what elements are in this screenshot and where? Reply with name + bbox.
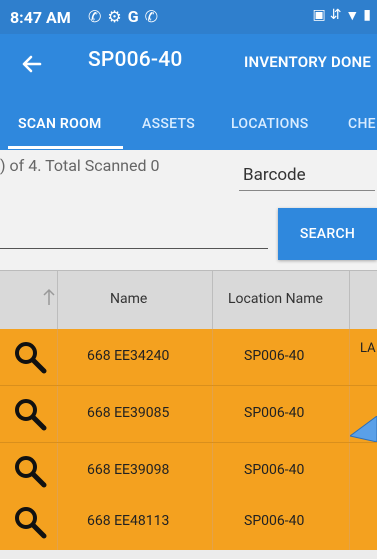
column-divider [212,494,213,550]
table-row[interactable]: 668 EE39098 SP006-40 [0,443,377,500]
column-divider [349,494,350,550]
search-button[interactable]: SEARCH [278,208,377,260]
search-input[interactable] [0,248,268,249]
sort-arrow-icon[interactable] [42,287,56,307]
column-divider [212,443,213,499]
page-title: SP006-40 [88,48,183,72]
back-arrow-icon[interactable] [14,46,50,82]
row-location: SP006-40 [244,462,305,478]
column-divider [349,329,350,385]
status-notification-icons: ✆ ⚙ G ✆ [88,7,158,26]
barcode-field-label[interactable]: Barcode [243,165,306,185]
google-icon: G [127,7,139,26]
table-row[interactable]: 668 EE48113 SP006-40 [0,494,377,551]
gear-icon: ⚙ [107,7,122,26]
column-divider [349,443,350,499]
column-header-location[interactable]: Location Name [228,291,323,307]
row-name: 668 EE39098 [87,462,170,478]
table-header: Name Location Name [0,270,377,330]
scan-summary: ) of 4. Total Scanned 0 [0,156,160,175]
phone-icon: ✆ [144,7,159,26]
row-name: 668 EE39085 [87,405,170,421]
row-location: SP006-40 [244,405,305,421]
table-row[interactable]: 668 EE34240 SP006-40 LA [0,329,377,386]
tab-checks[interactable]: CHE [348,116,376,132]
column-divider [57,494,58,550]
search-icon[interactable] [12,453,48,489]
app-bar: SP006-40 INVENTORY DONE [0,34,377,92]
column-divider [349,271,350,329]
search-icon[interactable] [12,504,48,540]
sim-icon: ▣ [312,7,326,23]
column-divider [57,329,58,385]
tab-locations[interactable]: LOCATIONS [231,116,309,132]
column-divider [57,386,58,442]
speech-bubble-pointer-icon [350,416,377,442]
row-location: SP006-40 [244,513,305,529]
column-divider [57,443,58,499]
active-tab-indicator [8,146,123,149]
column-header-name[interactable]: Name [110,291,147,307]
row-location: SP006-40 [244,348,305,364]
column-divider [212,271,213,329]
row-name: 668 EE48113 [87,513,170,529]
column-divider [212,329,213,385]
wifi-icon: ▼ [345,8,360,24]
barcode-field-underline [239,190,375,191]
search-icon[interactable] [12,396,48,432]
data-icon: ⇵ [329,7,342,23]
inventory-done-button[interactable]: INVENTORY DONE [244,53,371,71]
row-extra: LA [360,341,376,356]
phone-icon: ✆ [88,7,102,26]
bottom-strip [0,550,377,559]
search-icon[interactable] [12,339,48,375]
row-name: 668 EE34240 [87,348,170,364]
table-row[interactable]: 668 EE39085 SP006-40 [0,386,377,443]
column-divider [57,271,58,329]
status-bar: 8:47 AM ✆ ⚙ G ✆ ▣ ⇵ ▼ ▮ [0,0,377,34]
status-time: 8:47 AM [10,8,71,27]
column-divider [212,386,213,442]
battery-icon: ▮ [363,7,371,23]
tab-bar: SCAN ROOM ASSETS LOCATIONS CHE [0,92,377,150]
status-system-icons: ▣ ⇵ ▼ ▮ [312,7,371,24]
tab-scan-room[interactable]: SCAN ROOM [18,116,102,132]
tab-assets[interactable]: ASSETS [142,116,195,132]
